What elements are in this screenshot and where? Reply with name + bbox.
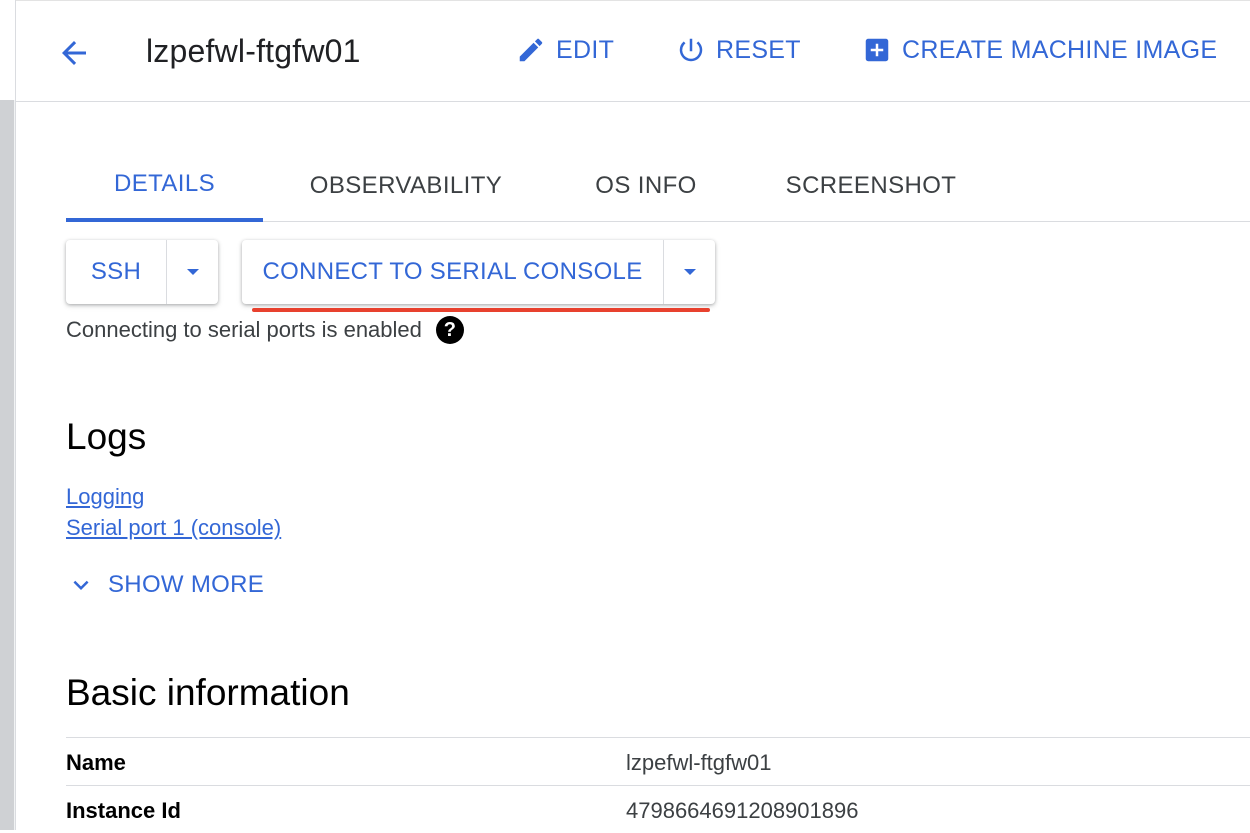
pencil-icon — [519, 38, 543, 62]
logs-heading: Logs — [66, 416, 147, 457]
ssh-dropdown-button[interactable] — [166, 240, 218, 304]
row-key-instance-id: Instance Id — [66, 798, 181, 823]
header-bar: lzpefwl-ftgfw01 EDIT RESET CREATE MACHIN… — [16, 0, 1250, 102]
ssh-button[interactable]: SSH — [66, 240, 166, 304]
tab-screenshot[interactable]: SCREENSHOT — [776, 150, 966, 222]
highlight-underline — [252, 308, 710, 312]
power-icon — [679, 38, 703, 62]
logging-link[interactable]: Logging — [66, 484, 144, 510]
left-rail-top — [0, 0, 16, 100]
left-rail — [0, 0, 16, 830]
left-rail-divider — [15, 0, 16, 830]
chevron-down-icon — [73, 580, 89, 590]
create-machine-image-label: CREATE MACHINE IMAGE — [902, 35, 1218, 64]
connect-serial-console-button[interactable]: CONNECT TO SERIAL CONSOLE — [242, 240, 663, 304]
tab-observability[interactable]: OBSERVABILITY — [296, 150, 516, 222]
ssh-button-group: SSH — [66, 240, 218, 304]
show-more-button[interactable]: SHOW MORE — [66, 570, 264, 600]
reset-button[interactable]: RESET — [676, 35, 801, 65]
create-machine-image-button[interactable]: CREATE MACHINE IMAGE — [862, 35, 1217, 65]
show-more-label: SHOW MORE — [108, 571, 265, 598]
tab-details[interactable]: DETAILS — [66, 150, 263, 222]
serial-console-dropdown-button[interactable] — [663, 240, 715, 304]
row-value-instance-id: 4798664691208901896 — [626, 798, 859, 823]
basic-info-table: Name lzpefwl-ftgfw01 Instance Id 4798664… — [66, 737, 1250, 833]
help-icon[interactable]: ? — [435, 316, 464, 344]
reset-label: RESET — [716, 35, 801, 64]
left-scrollbar[interactable] — [0, 100, 14, 830]
row-value-name: lzpefwl-ftgfw01 — [626, 750, 772, 775]
caret-down-icon — [186, 269, 199, 275]
edit-button[interactable]: EDIT — [516, 35, 614, 65]
caret-down-icon — [683, 269, 696, 275]
serial-port-1-link[interactable]: Serial port 1 (console) — [66, 515, 281, 541]
serial-status-row: Connecting to serial ports is enabled ? — [66, 316, 464, 344]
basic-information-heading: Basic information — [66, 672, 350, 713]
back-button[interactable] — [54, 33, 94, 73]
tab-os-info[interactable]: OS INFO — [582, 150, 710, 222]
row-key-name: Name — [66, 750, 126, 775]
edit-label: EDIT — [556, 35, 615, 64]
serial-console-button-group: CONNECT TO SERIAL CONSOLE — [242, 240, 715, 304]
tab-bar: DETAILS OBSERVABILITY OS INFO SCREENSHOT — [66, 150, 1250, 222]
arrow-back-icon — [62, 41, 86, 65]
table-row: Instance Id 4798664691208901896 — [66, 785, 1250, 833]
page-title: lzpefwl-ftgfw01 — [146, 33, 361, 69]
serial-status-text: Connecting to serial ports is enabled — [66, 317, 422, 342]
add-box-icon — [865, 38, 889, 62]
table-row: Name lzpefwl-ftgfw01 — [66, 737, 1250, 785]
